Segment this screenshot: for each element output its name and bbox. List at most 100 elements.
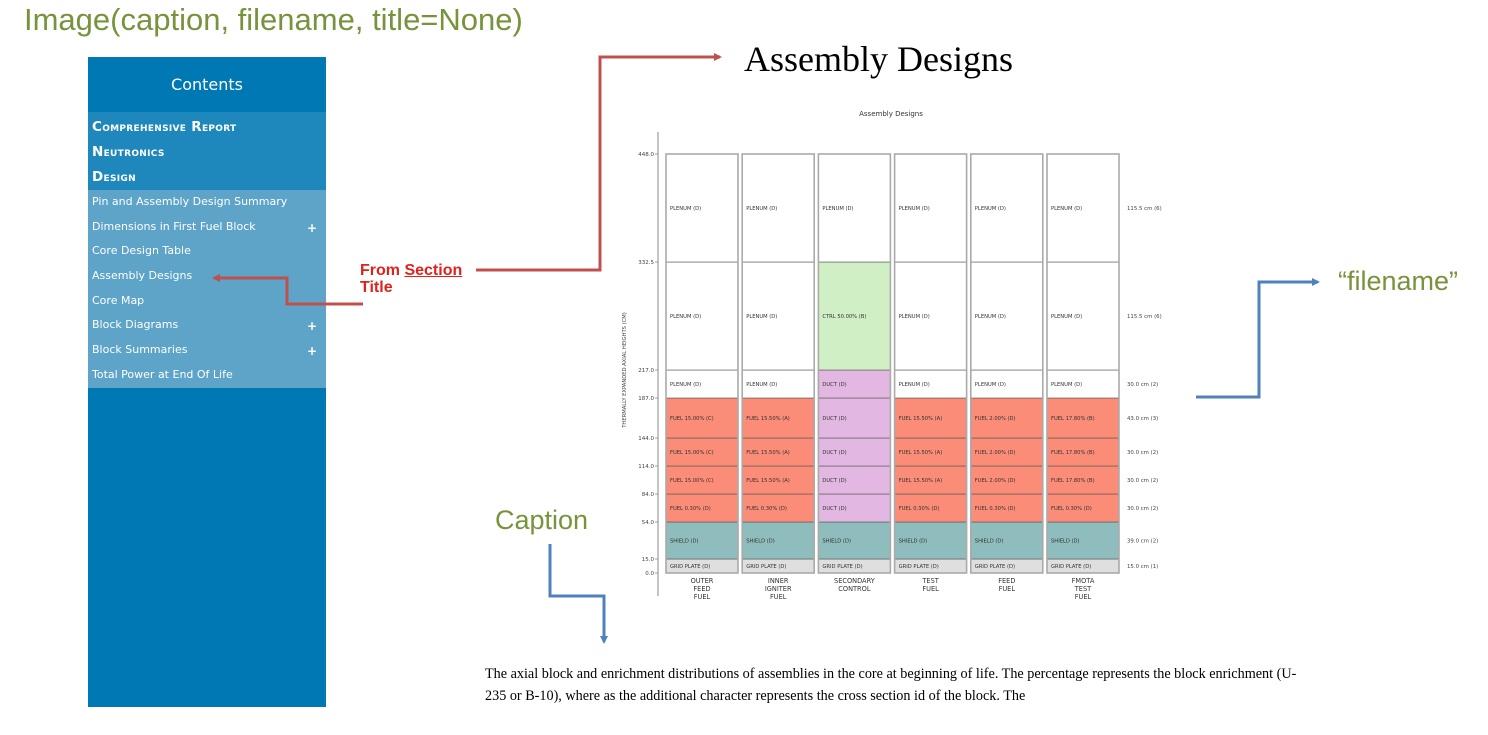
y-tick-label: 332.5 [638, 260, 654, 266]
expand-plus-icon[interactable]: + [307, 314, 317, 339]
assembly-name-label: CONTROL [838, 585, 871, 593]
assembly-name-label: FUEL [999, 585, 1016, 593]
block-label: GRID PLATE (D) [975, 564, 1015, 570]
assembly-name-label: FEED [998, 577, 1015, 585]
nav-item-dimensions-first-fuel-block[interactable]: Dimensions in First Fuel Block + [88, 215, 326, 240]
block-label: PLENUM (D) [746, 314, 777, 320]
nav-item-block-summaries[interactable]: Block Summaries + [88, 338, 326, 363]
nav-item-label: Core Map [92, 293, 145, 307]
block-label: GRID PLATE (D) [1051, 564, 1091, 570]
y-tick-label: 187.0 [638, 396, 654, 402]
block-label: PLENUM (D) [822, 206, 853, 212]
nav-item-core-design-table[interactable]: Core Design Table [88, 239, 326, 264]
y-tick-label: 0.0 [645, 571, 654, 577]
block-label: DUCT (D) [822, 478, 846, 484]
y-tick-label: 15.0 [642, 557, 655, 563]
block-label: FUEL 0.30% (D) [975, 506, 1016, 512]
block-label: FUEL 2.00% (D) [975, 478, 1016, 484]
block-label: SHIELD (D) [975, 539, 1004, 545]
y-tick-label: 217.0 [638, 368, 654, 374]
block-label: PLENUM (D) [670, 314, 701, 320]
block-label: CTRL 50.00% (B) [822, 314, 866, 320]
block-label: FUEL 17.80% (B) [1051, 478, 1095, 484]
block-label: PLENUM (D) [746, 206, 777, 212]
assembly-name-label: FUEL [694, 593, 711, 601]
block-label: DUCT (D) [822, 506, 846, 512]
assembly-name-label: TEST [1074, 585, 1092, 593]
block-label: PLENUM (D) [670, 382, 701, 388]
y-axis-label: THERMALLY EXPANDED AXIAL HEIGHTS (CM) [622, 312, 628, 428]
block-label: DUCT (D) [822, 450, 846, 456]
block-height-label: 30.0 cm (2) [1127, 506, 1158, 512]
assembly-designs-chart: Assembly Designs THERMALLY EXPANDED AXIAL… [622, 110, 1162, 601]
nav-item-assembly-designs[interactable]: Assembly Designs [88, 264, 326, 289]
block-label: FUEL 2.00% (D) [975, 450, 1016, 456]
y-tick-label: 84.0 [642, 492, 655, 498]
expand-plus-icon[interactable]: + [307, 216, 317, 241]
annotation-prefix: From [360, 262, 405, 279]
assembly-name-label: FUEL [922, 585, 939, 593]
nav-item-comprehensive-report[interactable]: Comprehensive Report [88, 115, 326, 140]
y-tick-label: 144.0 [638, 436, 654, 442]
block-label: PLENUM (D) [899, 314, 930, 320]
block-label: FUEL 15.50% (A) [899, 450, 943, 456]
y-tick-label: 114.0 [638, 464, 654, 470]
nav-item-label: Dimensions in First Fuel Block [92, 219, 256, 233]
nav-item-pin-assembly-summary[interactable]: Pin and Assembly Design Summary [88, 190, 326, 215]
assembly-name-label: INNER [768, 577, 789, 585]
block-label: PLENUM (D) [746, 382, 777, 388]
block-label: FUEL 17.80% (B) [1051, 450, 1095, 456]
arrow-to-caption [548, 544, 608, 644]
block-label: FUEL 17.80% (B) [1051, 416, 1095, 422]
arrow-to-filename-label [1196, 278, 1320, 399]
nav-item-design[interactable]: Design [88, 165, 326, 190]
block-label: PLENUM (D) [1051, 206, 1082, 212]
block-label: FUEL 0.30% (D) [670, 506, 711, 512]
nav-item-neutronics[interactable]: Neutronics [88, 140, 326, 165]
block-label: SHIELD (D) [1051, 539, 1080, 545]
block-label: SHIELD (D) [670, 539, 699, 545]
block-label: FUEL 15.50% (A) [746, 416, 790, 422]
caption-annotation: Caption [495, 505, 589, 535]
assembly-name-label: FUEL [1075, 593, 1092, 601]
nav-item-total-power-eol[interactable]: Total Power at End Of Life [88, 363, 326, 388]
nav-item-label: Assembly Designs [92, 269, 193, 283]
block-label: DUCT (D) [822, 416, 846, 422]
block-label: SHIELD (D) [746, 539, 775, 545]
block-label: FUEL 15.50% (A) [746, 478, 790, 484]
assembly-name-label: FUEL [770, 593, 787, 601]
block-height-label: 39.0 cm (2) [1127, 539, 1158, 545]
block-label: FUEL 15.00% (C) [670, 450, 714, 456]
from-section-title-annotation: From Section Title [360, 262, 462, 296]
design-subnav: Pin and Assembly Design Summary Dimensio… [88, 190, 326, 388]
annotation-section-link: Section [404, 262, 463, 279]
expand-plus-icon[interactable]: + [307, 339, 317, 364]
block-height-label: 115.5 cm (6) [1127, 206, 1162, 212]
nav-item-core-map[interactable]: Core Map [88, 289, 326, 314]
block-label: GRID PLATE (D) [899, 564, 939, 570]
block-label: FUEL 0.30% (D) [746, 506, 787, 512]
block-label: FUEL 2.00% (D) [975, 416, 1016, 422]
assembly-name-label: FEED [693, 585, 710, 593]
block-height-label: 43.0 cm (3) [1127, 416, 1158, 422]
block-label: GRID PLATE (D) [746, 564, 786, 570]
annotation-suffix: Title [360, 279, 393, 296]
nav-item-label: Block Summaries [92, 343, 188, 357]
nav-item-label: Pin and Assembly Design Summary [92, 195, 288, 208]
assembly-name-label: FMOTA [1072, 577, 1095, 585]
block-label: PLENUM (D) [670, 206, 701, 212]
block-label: FUEL 15.00% (C) [670, 478, 714, 484]
block-height-label: 30.0 cm (2) [1127, 478, 1158, 484]
block-label: PLENUM (D) [899, 206, 930, 212]
assembly-name-label: SECONDARY [834, 577, 876, 585]
block-label: PLENUM (D) [1051, 314, 1082, 320]
nav-item-block-diagrams[interactable]: Block Diagrams + [88, 313, 326, 338]
block-label: PLENUM (D) [899, 382, 930, 388]
block-height-label: 115.5 cm (6) [1127, 314, 1162, 320]
nav-item-label: Block Diagrams [92, 318, 179, 332]
block-label: PLENUM (D) [1051, 382, 1082, 388]
top-level-nav: Comprehensive Report Neutronics Design [88, 112, 326, 190]
nav-item-label: Core Design Table [92, 244, 191, 258]
block-label: SHIELD (D) [822, 539, 851, 545]
chart-title: Assembly Designs [859, 110, 923, 118]
